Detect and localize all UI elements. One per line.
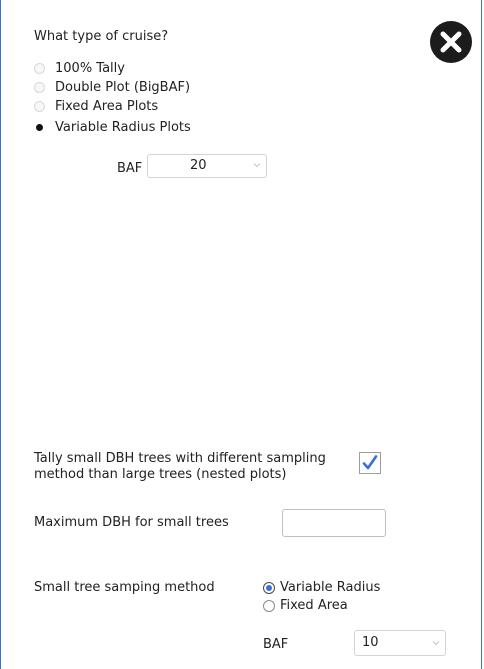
radio-circle xyxy=(34,63,45,74)
chevron-down-icon xyxy=(432,641,440,646)
tally-nested-label-line2: method than large trees (nested plots) xyxy=(34,467,287,482)
tally-nested-checkbox[interactable] xyxy=(359,452,381,474)
radio-circle-selected xyxy=(263,581,275,594)
close-icon xyxy=(440,31,462,53)
radio-fixed-area-plots[interactable]: Fixed Area Plots xyxy=(34,98,158,115)
cruise-type-question: What type of cruise? xyxy=(34,29,169,44)
radio-label: Variable Radius Plots xyxy=(55,119,191,135)
radio-100-tally[interactable]: 100% Tally xyxy=(34,60,125,77)
small-baf-select-value: 10 xyxy=(362,635,379,650)
radio-label: Fixed Area Plots xyxy=(55,98,159,114)
chevron-down-icon xyxy=(253,163,261,168)
radio-circle-selected xyxy=(34,122,45,133)
radio-label: Fixed Area xyxy=(280,597,348,613)
tally-nested-label-line1: Tally small DBH trees with different sam… xyxy=(34,451,326,466)
radio-small-fixed-area[interactable]: Fixed Area xyxy=(263,597,348,614)
radio-circle xyxy=(263,599,275,612)
max-dbh-label: Maximum DBH for small trees xyxy=(34,515,229,530)
radio-small-variable-radius[interactable]: Variable Radius xyxy=(263,579,380,596)
max-dbh-input[interactable] xyxy=(282,509,386,537)
close-button[interactable] xyxy=(430,21,472,63)
checkmark-icon xyxy=(362,455,378,470)
baf-select[interactable]: 20 xyxy=(147,154,267,178)
radio-double-plot[interactable]: Double Plot (BigBAF) xyxy=(34,79,190,96)
radio-label: Double Plot (BigBAF) xyxy=(55,79,191,95)
small-baf-select[interactable]: 10 xyxy=(354,630,446,656)
baf-select-value: 20 xyxy=(190,158,207,173)
small-baf-label: BAF xyxy=(263,637,289,652)
radio-label: 100% Tally xyxy=(55,60,125,76)
baf-label: BAF xyxy=(117,161,143,176)
radio-circle xyxy=(34,82,45,93)
radio-circle xyxy=(34,101,45,112)
radio-label: Variable Radius xyxy=(280,579,381,595)
small-tree-method-label: Small tree samping method xyxy=(34,580,215,595)
radio-variable-radius-plots[interactable]: Variable Radius Plots xyxy=(34,119,191,136)
